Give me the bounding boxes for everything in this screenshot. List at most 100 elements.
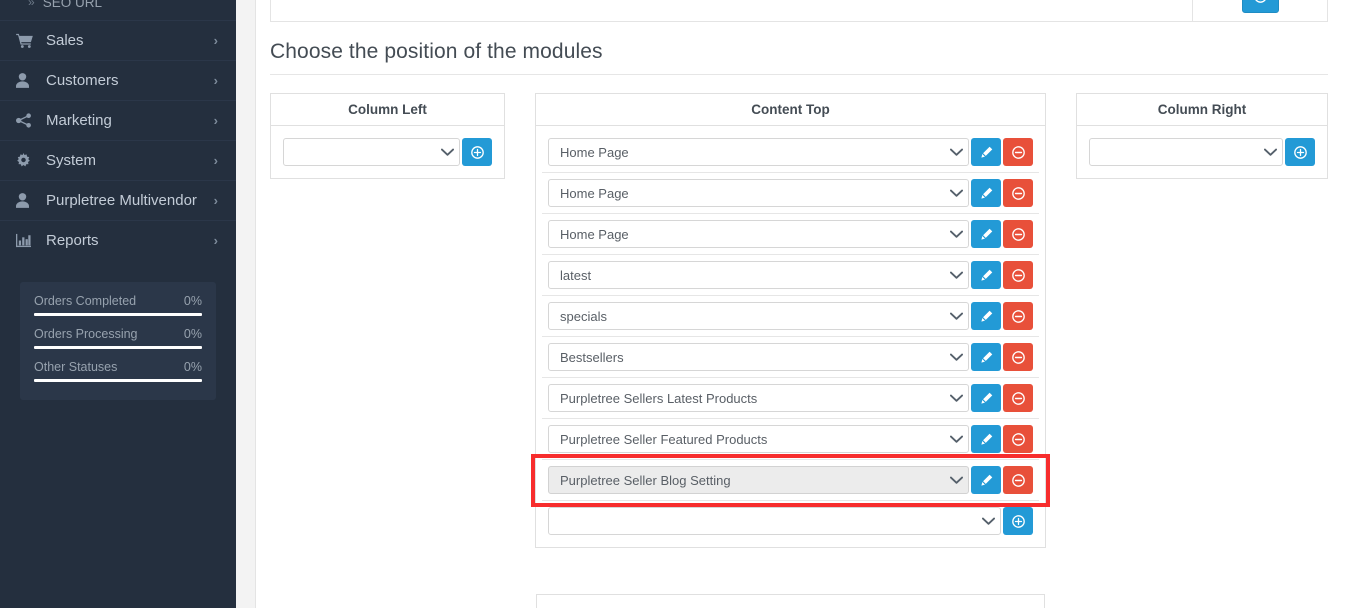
- module-row: Home Page: [542, 214, 1039, 255]
- sidebar-item-label: Purpletree Multivendor: [46, 192, 197, 209]
- remove-module-button[interactable]: [1003, 343, 1033, 371]
- chevron-right-icon: ›: [213, 193, 218, 208]
- edit-module-button[interactable]: [971, 343, 1001, 371]
- sidebar-nav: Sales › Customers › Marketing › System › Purplet…: [0, 20, 236, 260]
- module-row: [1083, 132, 1321, 172]
- edit-module-button[interactable]: [971, 220, 1001, 248]
- top-cutoff-panel-body: [271, 0, 1193, 21]
- chevron-down-icon: [435, 148, 459, 157]
- sidebar-item-purpletree-multivendor[interactable]: Purpletree Multivendor ›: [0, 180, 236, 220]
- remove-module-button[interactable]: [1003, 261, 1033, 289]
- share-alt-icon: [16, 113, 42, 128]
- stat-label: Orders Processing: [34, 327, 138, 341]
- remove-module-button[interactable]: [1003, 138, 1033, 166]
- module-select[interactable]: [548, 507, 1001, 535]
- edit-module-button[interactable]: [971, 138, 1001, 166]
- edit-module-button[interactable]: [971, 261, 1001, 289]
- edit-module-button[interactable]: [971, 466, 1001, 494]
- chevron-down-icon: [944, 148, 968, 157]
- module-select[interactable]: Bestsellers: [548, 343, 969, 371]
- stat-row: Orders Processing 0%: [34, 327, 202, 349]
- module-row: Bestsellers: [542, 337, 1039, 378]
- top-cutoff-panel-action: [1193, 0, 1327, 21]
- module-select[interactable]: Home Page: [548, 220, 969, 248]
- remove-module-button[interactable]: [1003, 179, 1033, 207]
- stat-value: 0%: [183, 327, 202, 341]
- module-select[interactable]: Purpletree Seller Blog Setting: [548, 466, 969, 494]
- remove-module-button[interactable]: [1003, 466, 1033, 494]
- module-row: Purpletree Seller Blog Setting: [542, 460, 1039, 501]
- sidebar-item-reports[interactable]: Reports ›: [0, 220, 236, 260]
- stat-value: 0%: [183, 294, 202, 308]
- module-select[interactable]: Home Page: [548, 138, 969, 166]
- module-select[interactable]: specials: [548, 302, 969, 330]
- stat-progress-bar: [34, 313, 202, 316]
- edit-module-button[interactable]: [971, 425, 1001, 453]
- chevron-down-icon: [944, 271, 968, 280]
- chevron-down-icon: [944, 230, 968, 239]
- sidebar-subitem-seo-url[interactable]: » SEO URL: [0, 0, 236, 12]
- gear-icon: [16, 153, 42, 168]
- edit-module-button[interactable]: [971, 179, 1001, 207]
- chevron-right-icon: ›: [213, 233, 218, 248]
- top-add-button[interactable]: [1241, 0, 1279, 13]
- module-row: Home Page: [542, 132, 1039, 173]
- module-row: specials: [542, 296, 1039, 337]
- add-module-button[interactable]: [1003, 507, 1033, 535]
- stat-progress-bar: [34, 346, 202, 349]
- column-left-panel: Column Left: [270, 93, 505, 179]
- chevron-down-icon: [944, 353, 968, 362]
- shopping-cart-icon: [16, 33, 42, 48]
- sidebar: » SEO URL Sales › Customers › Marketing › Syst…: [0, 0, 236, 608]
- chevron-right-icon: ›: [213, 153, 218, 168]
- module-select[interactable]: Purpletree Seller Featured Products: [548, 425, 969, 453]
- module-select[interactable]: Home Page: [548, 179, 969, 207]
- module-select-value: Bestsellers: [560, 349, 624, 365]
- sidebar-stats-panel: Orders Completed 0% Orders Processing 0% Oth…: [20, 282, 216, 400]
- content-top-title: Content Top: [536, 94, 1045, 126]
- user-icon: [16, 73, 42, 88]
- edit-module-button[interactable]: [971, 302, 1001, 330]
- chevron-down-icon: [976, 517, 1000, 526]
- remove-module-button[interactable]: [1003, 220, 1033, 248]
- module-select-value: Purpletree Sellers Latest Products: [560, 390, 758, 406]
- sidebar-item-sales[interactable]: Sales ›: [0, 20, 236, 60]
- stat-row: Other Statuses 0%: [34, 360, 202, 382]
- module-select-value: specials: [560, 308, 607, 324]
- content-top-panel: Content Top Home Page Home Page Home Page l…: [535, 93, 1046, 548]
- sidebar-item-label: System: [46, 152, 97, 169]
- add-module-button[interactable]: [1285, 138, 1315, 166]
- content-top-rows: Home Page Home Page Home Page latest special…: [536, 126, 1045, 547]
- screen-root: » SEO URL Sales › Customers › Marketing › Syst…: [0, 0, 1349, 608]
- sidebar-item-label: Marketing: [46, 112, 112, 129]
- add-module-button[interactable]: [462, 138, 492, 166]
- module-row: [277, 132, 498, 172]
- sidebar-item-marketing[interactable]: Marketing ›: [0, 100, 236, 140]
- chevron-down-icon: [944, 189, 968, 198]
- sidebar-subitem-label: SEO URL: [42, 0, 102, 10]
- remove-module-button[interactable]: [1003, 384, 1033, 412]
- sidebar-item-label: Reports: [46, 232, 99, 249]
- module-select[interactable]: [1089, 138, 1283, 166]
- stat-progress-fill: [34, 379, 202, 382]
- chevron-down-icon: [1258, 148, 1282, 157]
- heading-divider: [270, 74, 1328, 75]
- remove-module-button[interactable]: [1003, 302, 1033, 330]
- module-select[interactable]: latest: [548, 261, 969, 289]
- remove-module-button[interactable]: [1003, 425, 1033, 453]
- edit-module-button[interactable]: [971, 384, 1001, 412]
- sidebar-item-system[interactable]: System ›: [0, 140, 236, 180]
- module-select[interactable]: [283, 138, 460, 166]
- module-select[interactable]: Purpletree Sellers Latest Products: [548, 384, 969, 412]
- stat-label: Orders Completed: [34, 294, 137, 308]
- sidebar-item-label: Sales: [46, 32, 84, 49]
- sidebar-item-customers[interactable]: Customers ›: [0, 60, 236, 100]
- sidebar-item-label: Customers: [46, 72, 119, 89]
- column-left-title: Column Left: [271, 94, 504, 126]
- chevron-down-icon: [944, 394, 968, 403]
- column-right-rows: [1077, 126, 1327, 178]
- module-row: latest: [542, 255, 1039, 296]
- chevron-double-right-icon: »: [28, 0, 35, 9]
- stat-progress-fill: [34, 313, 202, 316]
- module-row: Home Page: [542, 173, 1039, 214]
